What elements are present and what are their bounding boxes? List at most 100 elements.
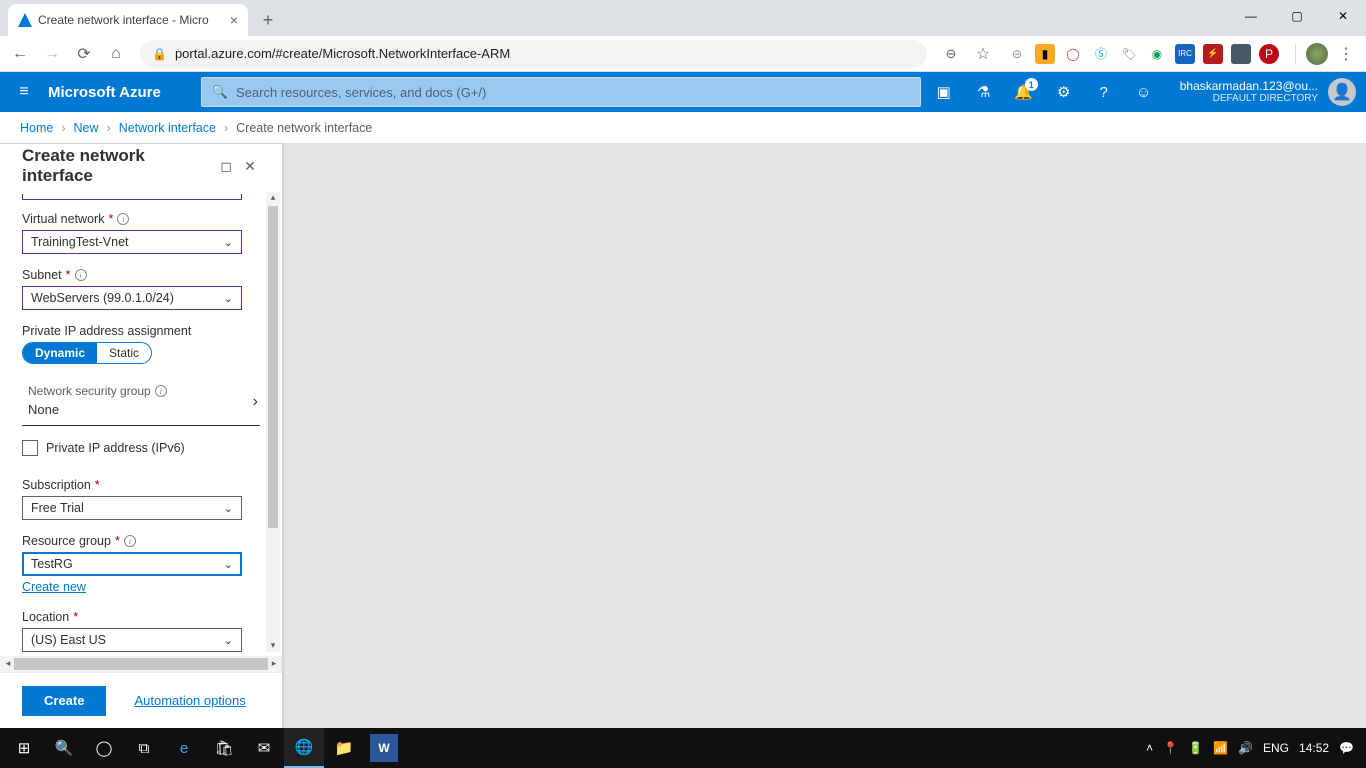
mail-icon[interactable]: ✉ [244, 728, 284, 768]
ext-icon[interactable]: ⚡ [1203, 44, 1223, 64]
required-asterisk: * [108, 212, 113, 226]
azure-favicon [18, 13, 32, 27]
breadcrumb-home[interactable]: Home [20, 121, 53, 135]
ip-assign-label: Private IP address assignment [22, 324, 260, 338]
settings-icon[interactable]: ⚙ [1044, 72, 1084, 112]
bookmark-star-icon[interactable]: ☆ [969, 40, 997, 68]
label-text: Resource group [22, 534, 111, 548]
divider [1295, 44, 1296, 64]
tab-close-icon[interactable]: × [230, 12, 238, 28]
resource-group-dropdown[interactable]: TestRG ⌄ [22, 552, 242, 576]
subscription-dropdown[interactable]: Free Trial ⌄ [22, 496, 242, 520]
explorer-icon[interactable]: 📁 [324, 728, 364, 768]
window-close-button[interactable]: ✕ [1320, 0, 1366, 32]
window-maximize-button[interactable]: ▢ [1274, 0, 1320, 32]
start-button[interactable]: ⊞ [4, 728, 44, 768]
dropdown-value: WebServers (99.0.1.0/24) [31, 291, 174, 305]
required-asterisk: * [73, 610, 78, 624]
ext-icon[interactable]: ▮ [1035, 44, 1055, 64]
toggle-dynamic[interactable]: Dynamic [23, 343, 97, 363]
dropdown-value: TrainingTest-Vnet [31, 235, 129, 249]
scroll-thumb[interactable] [14, 658, 268, 670]
language-indicator[interactable]: ENG [1263, 741, 1289, 755]
home-button[interactable]: ⌂ [102, 40, 130, 68]
help-icon[interactable]: ? [1084, 72, 1124, 112]
chrome-icon[interactable]: 🌐 [284, 728, 324, 768]
toggle-static[interactable]: Static [97, 343, 151, 363]
word-icon[interactable]: W [370, 734, 398, 762]
search-icon: 🔍 [212, 84, 228, 100]
zoom-icon[interactable]: ⊖ [937, 40, 965, 68]
create-button[interactable]: Create [22, 686, 106, 716]
profile-avatar[interactable] [1306, 43, 1328, 65]
tray-chevron-icon[interactable]: ˄ [1146, 741, 1153, 755]
ext-icon[interactable]: 🏷 [1119, 44, 1139, 64]
breadcrumb-network-interface[interactable]: Network interface [119, 121, 216, 135]
new-tab-button[interactable]: + [254, 6, 282, 34]
ip-assignment-field: Private IP address assignment Dynamic St… [22, 324, 260, 364]
window-minimize-button[interactable]: — [1228, 0, 1274, 32]
lock-icon: 🔒 [152, 47, 167, 61]
blade-close-icon[interactable]: ✕ [238, 154, 262, 178]
blade-footer: Create Automation options [0, 672, 282, 728]
info-icon[interactable]: i [117, 213, 129, 225]
blade-restore-icon[interactable]: ◻ [214, 154, 238, 178]
directory-filter-icon[interactable]: ⚗ [964, 72, 1004, 112]
feedback-icon[interactable]: ☺ [1124, 72, 1164, 112]
edge-icon[interactable]: e [164, 728, 204, 768]
scroll-left-icon[interactable]: ◂ [2, 658, 14, 670]
ext-icon[interactable]: ◯ [1063, 44, 1083, 64]
ipv6-checkbox[interactable] [22, 440, 38, 456]
vnet-field: Virtual network * i TrainingTest-Vnet ⌄ [22, 212, 260, 254]
user-account[interactable]: bhaskarmadan.123@ou... DEFAULT DIRECTORY [1164, 79, 1328, 105]
task-view-button[interactable]: ⧉ [124, 728, 164, 768]
location-icon[interactable]: 📍 [1163, 741, 1178, 755]
search-button[interactable]: 🔍 [44, 728, 84, 768]
ext-icon[interactable]: ◉ [1147, 44, 1167, 64]
location-dropdown[interactable]: (US) East US ⌄ [22, 628, 242, 652]
clock[interactable]: 14:52 [1299, 741, 1329, 755]
breadcrumb-new[interactable]: New [74, 121, 99, 135]
portal-menu-button[interactable]: ≡ [0, 83, 48, 101]
user-avatar-icon[interactable]: 👤 [1328, 78, 1356, 106]
info-icon[interactable]: i [75, 269, 87, 281]
back-button[interactable]: ← [6, 40, 34, 68]
azure-search-input[interactable]: 🔍 Search resources, services, and docs (… [201, 77, 921, 107]
volume-icon[interactable]: 🔊 [1238, 741, 1253, 755]
scroll-up-icon[interactable]: ▴ [268, 192, 278, 204]
forward-button[interactable]: → [38, 40, 66, 68]
horizontal-scrollbar[interactable]: ◂ ▸ [0, 656, 282, 672]
nsg-selector[interactable]: Network security group i None › [22, 378, 260, 426]
info-icon[interactable]: i [124, 535, 136, 547]
notifications-icon[interactable]: 🔔1 [1004, 72, 1044, 112]
reload-button[interactable]: ⟳ [70, 40, 98, 68]
scroll-right-icon[interactable]: ▸ [268, 658, 280, 670]
name-input-partial[interactable] [22, 194, 242, 200]
ext-icon[interactable]: Ⓢ [1091, 44, 1111, 64]
action-center-icon[interactable]: 💬 [1339, 741, 1354, 755]
label-text: Network security group [28, 384, 151, 398]
scroll-thumb[interactable] [268, 206, 278, 528]
vertical-scrollbar[interactable]: ▴ ▾ [266, 192, 280, 652]
ext-icon[interactable] [1231, 44, 1251, 64]
ext-icon[interactable]: P [1259, 44, 1279, 64]
wifi-icon[interactable]: 📶 [1213, 741, 1228, 755]
subnet-dropdown[interactable]: WebServers (99.0.1.0/24) ⌄ [22, 286, 242, 310]
store-icon[interactable]: 🛍 [204, 728, 244, 768]
browser-tab[interactable]: Create network interface - Micro × [8, 4, 248, 36]
vnet-dropdown[interactable]: TrainingTest-Vnet ⌄ [22, 230, 242, 254]
cortana-button[interactable]: ◯ [84, 728, 124, 768]
address-bar[interactable]: 🔒 portal.azure.com/#create/Microsoft.Net… [140, 40, 927, 68]
browser-menu-button[interactable]: ⋮ [1332, 40, 1360, 68]
create-new-link[interactable]: Create new [22, 580, 86, 594]
dropdown-value: Free Trial [31, 501, 84, 515]
ext-icon[interactable]: IRC [1175, 44, 1195, 64]
battery-icon[interactable]: 🔋 [1188, 741, 1203, 755]
search-placeholder: Search resources, services, and docs (G+… [236, 85, 486, 100]
ipv6-checkbox-row[interactable]: Private IP address (IPv6) [22, 440, 260, 456]
scroll-down-icon[interactable]: ▾ [268, 640, 278, 652]
automation-options-link[interactable]: Automation options [134, 693, 245, 708]
ext-icon[interactable]: ⊝ [1007, 44, 1027, 64]
cloud-shell-icon[interactable]: ▣ [924, 72, 964, 112]
azure-brand[interactable]: Microsoft Azure [48, 84, 201, 101]
